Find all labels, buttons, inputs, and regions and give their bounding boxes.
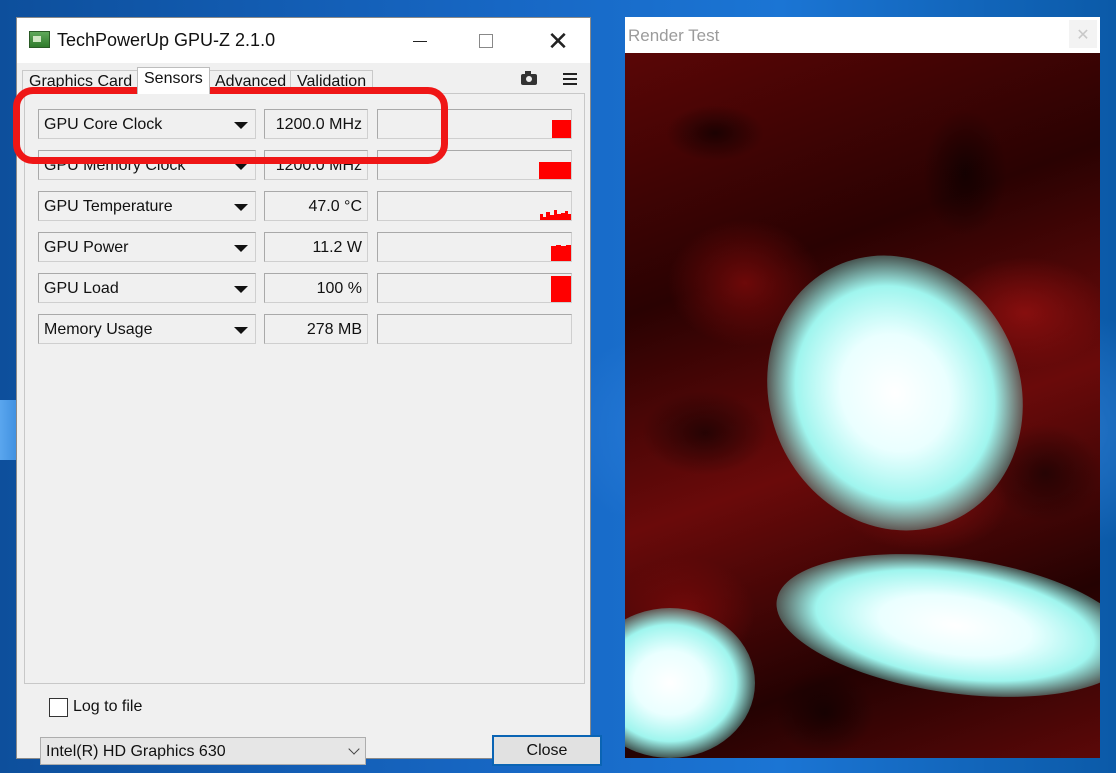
render-glow-shape: [722, 213, 1068, 573]
hamburger-menu-icon[interactable]: [563, 73, 577, 85]
close-icon: ✕: [1076, 27, 1090, 44]
tab-sensors[interactable]: Sensors: [137, 67, 210, 94]
sensor-value: 1200.0 MHz: [264, 109, 368, 139]
sensor-name-label: Memory Usage: [44, 321, 153, 338]
sensor-graph: [377, 191, 572, 221]
sensor-graph: [377, 232, 572, 262]
camera-icon[interactable]: [521, 71, 537, 85]
sensor-name-dropdown[interactable]: GPU Memory Clock: [38, 150, 256, 180]
sensor-graph: [377, 109, 572, 139]
sensor-graph: [377, 314, 572, 344]
sensor-value: 1200.0 MHz: [264, 150, 368, 180]
sensor-graph: [377, 273, 572, 303]
minimize-icon: [413, 40, 427, 42]
render-test-titlebar[interactable]: Render Test ✕: [625, 17, 1100, 53]
sensor-value: 278 MB: [264, 314, 368, 344]
sensor-graph: [377, 150, 572, 180]
graph-trace: [538, 210, 571, 220]
dropdown-arrow-icon: [234, 327, 248, 334]
sensor-value: 11.2 W: [264, 232, 368, 262]
gpu-selector-value: Intel(R) HD Graphics 630: [46, 743, 226, 760]
render-glow-shape: [767, 533, 1100, 718]
sensor-name-label: GPU Core Clock: [44, 116, 163, 133]
render-test-close-button[interactable]: ✕: [1069, 20, 1097, 48]
sensor-name-label: GPU Temperature: [44, 198, 173, 215]
sensor-value: 100 %: [264, 273, 368, 303]
sensor-name-dropdown[interactable]: GPU Core Clock: [38, 109, 256, 139]
render-test-window: Render Test ✕: [625, 17, 1100, 758]
tab-graphics-card[interactable]: Graphics Card: [22, 70, 140, 93]
graph-trace: [539, 162, 571, 179]
render-canvas: [625, 53, 1100, 758]
gpuz-app-icon: [29, 31, 50, 48]
sensor-name-label: GPU Power: [44, 239, 129, 256]
graph-trace: [551, 276, 571, 302]
sensor-row: GPU Core Clock 1200.0 MHz: [38, 108, 573, 140]
sensor-name-dropdown[interactable]: GPU Load: [38, 273, 256, 303]
window-title: TechPowerUp GPU-Z 2.1.0: [57, 30, 276, 50]
sensor-value: 47.0 °C: [264, 191, 368, 221]
sensors-panel: GPU Core Clock 1200.0 MHz GPU Memory Clo…: [24, 93, 585, 684]
log-to-file-label[interactable]: Log to file: [73, 698, 142, 716]
dropdown-arrow-icon: [234, 204, 248, 211]
maximize-icon: [479, 34, 493, 48]
render-glow-shape: [625, 608, 755, 758]
tab-advanced[interactable]: Advanced: [208, 70, 294, 93]
sensor-name-dropdown[interactable]: Memory Usage: [38, 314, 256, 344]
sensor-row: GPU Power 11.2 W: [38, 231, 573, 263]
sensor-name-dropdown[interactable]: GPU Temperature: [38, 191, 256, 221]
sensor-name-label: GPU Memory Clock: [44, 157, 186, 174]
close-button[interactable]: Close: [492, 735, 602, 766]
dropdown-arrow-icon: [234, 163, 248, 170]
dropdown-arrow-icon: [234, 286, 248, 293]
sensor-name-dropdown[interactable]: GPU Power: [38, 232, 256, 262]
close-icon: ✕: [547, 25, 569, 56]
sensor-name-label: GPU Load: [44, 280, 119, 297]
gpu-selector-dropdown[interactable]: Intel(R) HD Graphics 630: [40, 737, 366, 765]
gpuz-titlebar[interactable]: TechPowerUp GPU-Z 2.1.0 ✕: [17, 18, 590, 63]
minimize-button[interactable]: [397, 26, 443, 56]
render-test-title: Render Test: [628, 26, 720, 45]
log-to-file-checkbox[interactable]: [49, 698, 68, 717]
sensor-row: GPU Memory Clock 1200.0 MHz: [38, 149, 573, 181]
tab-validation[interactable]: Validation: [290, 70, 374, 93]
close-window-button[interactable]: ✕: [535, 26, 581, 56]
gpuz-window: TechPowerUp GPU-Z 2.1.0 ✕ Graphics Card …: [16, 17, 602, 766]
graph-trace: [540, 120, 571, 138]
sensor-row: GPU Temperature 47.0 °C: [38, 190, 573, 222]
maximize-button[interactable]: [463, 26, 509, 56]
sensor-row: GPU Load 100 %: [38, 272, 573, 304]
graph-trace: [551, 245, 571, 261]
dropdown-arrow-icon: [234, 245, 248, 252]
dropdown-arrow-icon: [234, 122, 248, 129]
chevron-down-icon: [348, 743, 360, 755]
sensor-row: Memory Usage 278 MB: [38, 313, 573, 345]
